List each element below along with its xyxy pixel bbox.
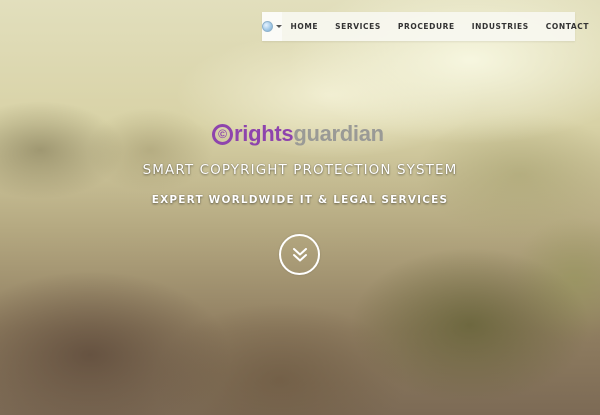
double-chevron-down-icon (292, 247, 307, 261)
hero-headline: SMART COPYRIGHT PROTECTION SYSTEM (142, 162, 458, 178)
site-logo: © rights guardian (212, 120, 392, 148)
language-selector[interactable] (262, 12, 282, 41)
logo-text-rights: rights (234, 121, 294, 146)
logo-text-guardian: guardian (293, 121, 384, 146)
hero-background: HOME SERVICES PROCEDURE INDUSTRIES CONTA… (0, 0, 600, 415)
top-navigation: HOME SERVICES PROCEDURE INDUSTRIES CONTA… (262, 12, 588, 41)
nav-services[interactable]: SERVICES (327, 12, 390, 41)
nav-procedure[interactable]: PROCEDURE (389, 12, 463, 41)
copyright-logo-icon: © (212, 123, 233, 145)
nav-industries[interactable]: INDUSTRIES (463, 12, 537, 41)
scroll-down-button[interactable] (279, 234, 320, 275)
globe-icon (262, 21, 273, 32)
nav-home[interactable]: HOME (282, 12, 327, 41)
nav-contact[interactable]: CONTACT (537, 12, 597, 41)
hero-subheadline: EXPERT WORLDWIDE IT & LEGAL SERVICES (151, 194, 449, 206)
